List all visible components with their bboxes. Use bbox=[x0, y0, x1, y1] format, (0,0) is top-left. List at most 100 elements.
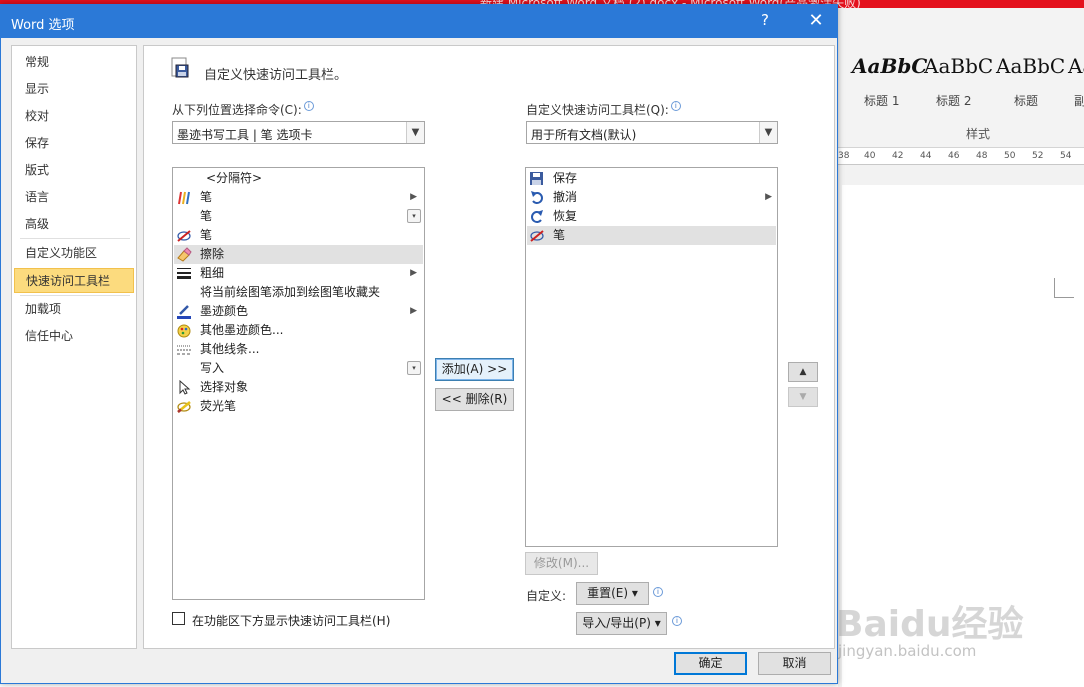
list-item[interactable]: 墨迹颜色 ▶ bbox=[174, 302, 423, 321]
word-options-dialog: Word 选项 ? ✕ 常规 显示 校对 保存 版式 语言 高级 自定义功能区 … bbox=[0, 4, 838, 684]
modify-button[interactable]: 修改(M)... bbox=[525, 552, 598, 575]
nav-item-display[interactable]: 显示 bbox=[14, 77, 134, 102]
nav-item-quick-access-toolbar[interactable]: 快速访问工具栏 bbox=[14, 268, 134, 293]
ruler-mark: 38 bbox=[838, 151, 850, 161]
select-objects-icon bbox=[179, 380, 191, 395]
style-heading2-label: 标题 2 bbox=[936, 94, 972, 108]
ruler-mark: 44 bbox=[920, 151, 932, 161]
info-icon[interactable]: i bbox=[303, 101, 314, 111]
page-title: 自定义快速访问工具栏。 bbox=[204, 68, 348, 83]
nav-item-save[interactable]: 保存 bbox=[14, 131, 134, 156]
list-item[interactable]: 其他线条... bbox=[174, 340, 423, 359]
info-icon[interactable]: i bbox=[670, 101, 681, 111]
import-export-button[interactable]: 导入/导出(P) ▾ bbox=[576, 612, 667, 635]
ruler: 38 40 42 44 46 48 50 52 54 bbox=[838, 149, 1084, 165]
list-item[interactable]: 写入 ▾ bbox=[174, 359, 423, 378]
ruler-mark: 46 bbox=[948, 151, 960, 161]
nav-item-add-ins[interactable]: 加载项 bbox=[14, 297, 134, 322]
nav-item-typography[interactable]: 版式 bbox=[14, 158, 134, 183]
watermark-logo: Baidu经验 bbox=[836, 604, 1024, 645]
line-weight-icon bbox=[177, 268, 191, 279]
style-heading1-label: 标题 1 bbox=[864, 94, 900, 108]
available-commands-list[interactable]: <分隔符> 笔 ▶ 笔 ▾ 笔 擦除 粗细 ▶ 将当前绘图笔添加到绘图笔收藏夹 … bbox=[172, 167, 425, 600]
list-item[interactable]: 恢复 bbox=[527, 207, 776, 226]
style-heading2-sample[interactable]: AaBbC bbox=[924, 54, 993, 78]
ruler-mark: 48 bbox=[976, 151, 988, 161]
ruler-mark: 50 bbox=[1004, 151, 1016, 161]
dropdown-arrow-icon: ▾ bbox=[407, 361, 421, 375]
color-palette-icon bbox=[177, 324, 191, 338]
list-item[interactable]: 撤消 ▶ bbox=[527, 188, 776, 207]
info-icon[interactable]: i bbox=[672, 616, 682, 626]
qat-commands-list[interactable]: 保存 撤消 ▶ 恢复 笔 bbox=[525, 167, 778, 547]
list-item-selected[interactable]: 擦除 bbox=[174, 245, 423, 264]
list-item[interactable]: 荧光笔 bbox=[174, 397, 423, 416]
nav-item-proofing[interactable]: 校对 bbox=[14, 104, 134, 129]
list-item[interactable]: 选择对象 bbox=[174, 378, 423, 397]
pens-icon bbox=[178, 191, 190, 205]
list-item[interactable]: 粗细 ▶ bbox=[174, 264, 423, 283]
save-icon bbox=[530, 172, 543, 185]
style-title-sample[interactable]: AaBbC bbox=[996, 54, 1065, 78]
nav-separator bbox=[20, 238, 130, 239]
watermark-url: jingyan.baidu.com bbox=[838, 642, 977, 660]
line-style-icon bbox=[177, 345, 191, 355]
list-item[interactable]: 笔 ▾ bbox=[174, 207, 423, 226]
chevron-down-icon: ▼ bbox=[406, 122, 424, 143]
ink-color-icon bbox=[177, 305, 191, 319]
close-button[interactable]: ✕ bbox=[801, 8, 831, 34]
styles-gallery: AaBbC 标题 1 AaBbC 标题 2 AaBbC 标题 Aa 副 bbox=[838, 8, 1084, 148]
list-item-selected[interactable]: 笔 bbox=[527, 226, 776, 245]
show-below-ribbon-checkbox[interactable] bbox=[172, 612, 185, 625]
customize-qat-select[interactable]: 用于所有文档(默认) ▼ bbox=[526, 121, 778, 144]
undo-icon bbox=[531, 191, 543, 204]
nav-item-general[interactable]: 常规 bbox=[14, 50, 134, 75]
list-item[interactable]: 将当前绘图笔添加到绘图笔收藏夹 bbox=[174, 283, 423, 302]
customize-label: 自定义: bbox=[526, 589, 567, 603]
info-icon[interactable]: i bbox=[653, 587, 663, 597]
list-item[interactable]: 笔 bbox=[174, 226, 423, 245]
page-corner-mark bbox=[1054, 278, 1074, 298]
cancel-button[interactable]: 取消 bbox=[758, 652, 831, 675]
nav-item-customize-ribbon[interactable]: 自定义功能区 bbox=[14, 241, 134, 266]
dialog-titlebar[interactable]: Word 选项 ? ✕ bbox=[1, 5, 837, 38]
style-heading1-sample[interactable]: AaBbC bbox=[852, 54, 927, 78]
submenu-arrow-icon: ▶ bbox=[410, 192, 417, 202]
remove-button[interactable]: << 删除(R) bbox=[435, 388, 514, 411]
ruler-mark: 52 bbox=[1032, 151, 1044, 161]
reset-button[interactable]: 重置(E) ▾ bbox=[576, 582, 649, 605]
move-up-button[interactable]: ▲ bbox=[788, 362, 818, 382]
move-down-button[interactable]: ▼ bbox=[788, 387, 818, 407]
list-item[interactable]: <分隔符> bbox=[174, 169, 423, 188]
choose-commands-select[interactable]: 墨迹书写工具 | 笔 选项卡 ▼ bbox=[172, 121, 425, 144]
nav-item-trust-center[interactable]: 信任中心 bbox=[14, 324, 134, 349]
submenu-arrow-icon: ▶ bbox=[410, 268, 417, 278]
qat-header-icon bbox=[171, 57, 189, 78]
nav-separator bbox=[20, 295, 130, 296]
nav-item-advanced[interactable]: 高级 bbox=[14, 212, 134, 237]
style-subtitle-sample[interactable]: Aa bbox=[1068, 54, 1084, 78]
submenu-arrow-icon: ▶ bbox=[765, 192, 772, 202]
list-item[interactable]: 保存 bbox=[527, 169, 776, 188]
redo-icon bbox=[531, 210, 543, 223]
submenu-arrow-icon: ▶ bbox=[410, 306, 417, 316]
help-button[interactable]: ? bbox=[761, 11, 769, 29]
choose-commands-value: 墨迹书写工具 | 笔 选项卡 bbox=[177, 128, 313, 142]
style-subtitle-label: 副 bbox=[1074, 94, 1084, 108]
ok-button[interactable]: 确定 bbox=[674, 652, 747, 675]
ruler-mark: 40 bbox=[864, 151, 876, 161]
ruler-mark: 54 bbox=[1060, 151, 1072, 161]
style-title-label: 标题 bbox=[1014, 94, 1039, 108]
dropdown-arrow-icon: ▾ bbox=[407, 209, 421, 223]
add-button[interactable]: 添加(A) >> bbox=[435, 358, 514, 381]
styles-group-label: 样式 bbox=[966, 127, 991, 141]
customize-qat-label: 自定义快速访问工具栏(Q): i bbox=[526, 101, 681, 118]
customize-qat-value: 用于所有文档(默认) bbox=[531, 128, 637, 142]
list-item[interactable]: 笔 ▶ bbox=[174, 188, 423, 207]
options-nav: 常规 显示 校对 保存 版式 语言 高级 自定义功能区 快速访问工具栏 加载项 … bbox=[11, 45, 137, 649]
nav-item-language[interactable]: 语言 bbox=[14, 185, 134, 210]
list-item[interactable]: 其他墨迹颜色... bbox=[174, 321, 423, 340]
ruler-mark: 42 bbox=[892, 151, 904, 161]
show-below-ribbon-label[interactable]: 在功能区下方显示快速访问工具栏(H) bbox=[192, 612, 390, 629]
choose-commands-label: 从下列位置选择命令(C): i bbox=[172, 101, 314, 118]
